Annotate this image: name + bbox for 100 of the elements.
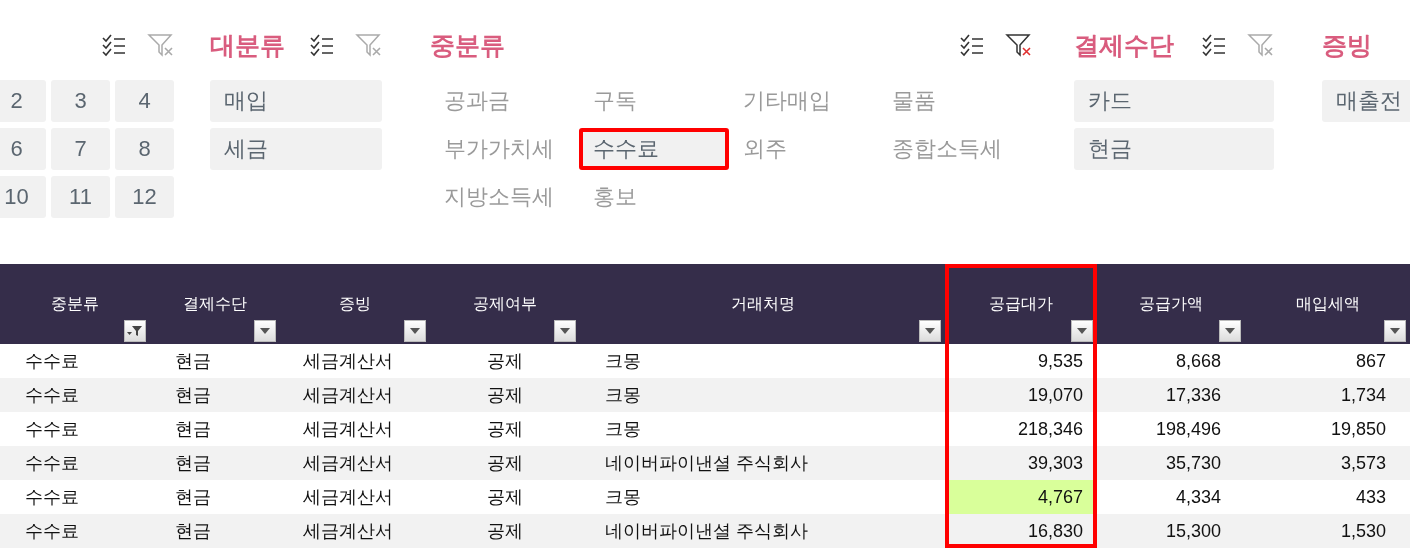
- filter-dropdown[interactable]: [1071, 320, 1093, 342]
- multi-select-icon[interactable]: [958, 33, 985, 57]
- table-cell: 네이버파이낸셜 주식회사: [580, 514, 945, 548]
- table-cell: 3,573: [1245, 446, 1410, 480]
- multi-select-icon[interactable]: [1200, 33, 1227, 57]
- table-cell: 공제: [430, 412, 580, 446]
- slicer-item[interactable]: 매입: [210, 80, 382, 122]
- table-cell: 수수료: [0, 446, 150, 480]
- table-cell: 공제: [430, 344, 580, 378]
- table-cell: 1,734: [1245, 378, 1410, 412]
- caret-icon: [260, 328, 270, 334]
- filter-dropdown[interactable]: [919, 320, 941, 342]
- table-cell: 현금: [150, 378, 280, 412]
- slicer-item[interactable]: 현금: [1074, 128, 1274, 170]
- table-cell: 수수료: [0, 412, 150, 446]
- table-cell: 수수료: [0, 378, 150, 412]
- slicer-title: 결제수단: [1074, 29, 1174, 61]
- slicer-item[interactable]: 11: [51, 176, 110, 218]
- filter-dropdown[interactable]: [404, 320, 426, 342]
- caret-icon: [1077, 328, 1087, 334]
- slicer-item[interactable]: 6: [0, 128, 46, 170]
- column-header: 결제수단: [182, 294, 248, 314]
- table-cell: 공제: [430, 446, 580, 480]
- table-cell: 1,530: [1245, 514, 1410, 548]
- slicer-item[interactable]: 4: [115, 80, 174, 122]
- multi-select-icon[interactable]: [308, 33, 335, 57]
- table-cell: 867: [1245, 344, 1410, 378]
- table-cell: 4,767: [945, 480, 1097, 514]
- slicer-item[interactable]: 7: [51, 128, 110, 170]
- table-cell: 4,334: [1097, 480, 1245, 514]
- table-cell: 크몽: [580, 480, 945, 514]
- slicer-item[interactable]: 12: [115, 176, 174, 218]
- slicer-item[interactable]: 외주: [728, 128, 878, 170]
- table-cell: 현금: [150, 480, 280, 514]
- clear-filter-icon[interactable]: [1005, 33, 1032, 57]
- table-cell: 현금: [150, 344, 280, 378]
- table-cell: 17,336: [1097, 378, 1245, 412]
- slicer-title: 대분류: [210, 29, 285, 61]
- slicer-item[interactable]: 기타매입: [728, 80, 878, 122]
- table-cell: 세금계산서: [280, 446, 430, 480]
- table-cell: 세금계산서: [280, 480, 430, 514]
- slicer-item[interactable]: 홍보: [579, 176, 729, 218]
- caret-icon: [410, 328, 420, 334]
- slicer-item[interactable]: 세금: [210, 128, 382, 170]
- slicer-title: 증빙: [1322, 29, 1372, 61]
- table-cell: 크몽: [580, 412, 945, 446]
- slicer-item[interactable]: 공과금: [430, 80, 580, 122]
- table-cell: 19,850: [1245, 412, 1410, 446]
- table-cell: 19,070: [945, 378, 1097, 412]
- column-header: 매입세액: [1294, 294, 1361, 314]
- column-header: 증빙: [338, 294, 372, 314]
- table-cell: 35,730: [1097, 446, 1245, 480]
- table-cell: 8,668: [1097, 344, 1245, 378]
- filter-dropdown[interactable]: [1384, 320, 1406, 342]
- column-header: 중분류: [50, 294, 100, 314]
- table-cell: 현금: [150, 514, 280, 548]
- table-cell: 현금: [150, 446, 280, 480]
- slicer-item[interactable]: 2: [0, 80, 46, 122]
- table-cell: 현금: [150, 412, 280, 446]
- caret-icon: [560, 328, 570, 334]
- table-cell: 세금계산서: [280, 412, 430, 446]
- column-header: 거래처명: [729, 294, 796, 314]
- filter-dropdown[interactable]: [1219, 320, 1241, 342]
- slicer-item[interactable]: 구독: [579, 80, 729, 122]
- filter-dropdown[interactable]: [254, 320, 276, 342]
- slicer-item[interactable]: 매출전: [1322, 80, 1410, 122]
- table-cell: 16,830: [945, 514, 1097, 548]
- table-cell: 공제: [430, 378, 580, 412]
- table-cell: 15,300: [1097, 514, 1245, 548]
- table-cell: 크몽: [580, 378, 945, 412]
- slicer-item[interactable]: 물품: [877, 80, 1027, 122]
- slicer-item[interactable]: 3: [51, 80, 110, 122]
- slicer-item[interactable]: 카드: [1074, 80, 1274, 122]
- table-cell: 198,496: [1097, 412, 1245, 446]
- table-cell: 수수료: [0, 480, 150, 514]
- caret-icon: [1225, 328, 1235, 334]
- slicer-item[interactable]: 종합소득세: [877, 128, 1027, 170]
- slicer-item[interactable]: 8: [115, 128, 174, 170]
- slicer-title: 중분류: [430, 29, 505, 61]
- slicer-item[interactable]: 부가가치세: [430, 128, 580, 170]
- table-cell: 수수료: [0, 344, 150, 378]
- table-cell: 세금계산서: [280, 378, 430, 412]
- table-cell: 39,303: [945, 446, 1097, 480]
- table-cell: 세금계산서: [280, 514, 430, 548]
- filter-dropdown[interactable]: [554, 320, 576, 342]
- table-cell: 네이버파이낸셜 주식회사: [580, 446, 945, 480]
- slicer-item[interactable]: 지방소득세: [430, 176, 580, 218]
- filter-icon: [127, 325, 143, 337]
- table-cell: 218,346: [945, 412, 1097, 446]
- slicer-item[interactable]: 10: [0, 176, 46, 218]
- slicer-item[interactable]: 수수료: [579, 128, 729, 170]
- table-cell: 공제: [430, 514, 580, 548]
- multi-select-icon[interactable]: [100, 33, 127, 57]
- table-cell: 공제: [430, 480, 580, 514]
- table-cell: 크몽: [580, 344, 945, 378]
- filter-dropdown[interactable]: [124, 320, 146, 342]
- table-cell: 수수료: [0, 514, 150, 548]
- table-cell: 9,535: [945, 344, 1097, 378]
- caret-icon: [1390, 328, 1400, 334]
- table-cell: 433: [1245, 480, 1410, 514]
